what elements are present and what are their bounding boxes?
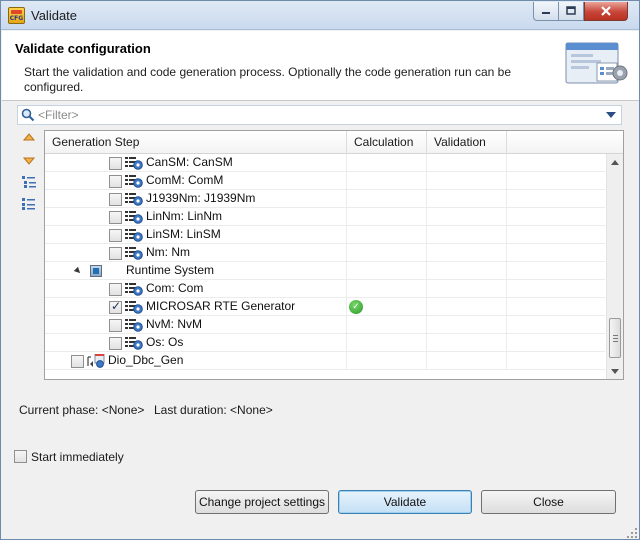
table-row[interactable]: LinSM: LinSM <box>45 226 605 244</box>
step-label: Os: Os <box>146 335 184 349</box>
chevron-down-icon[interactable] <box>606 112 616 118</box>
app-icon: CFG <box>8 7 25 24</box>
module-icon <box>125 192 143 206</box>
step-checkbox[interactable] <box>109 283 122 296</box>
move-down-icon[interactable] <box>21 153 37 167</box>
step-label: NvM: NvM <box>146 317 202 331</box>
step-label: Com: Com <box>146 281 204 295</box>
step-checkbox[interactable] <box>109 157 122 170</box>
table-row[interactable]: Nm: Nm <box>45 244 605 262</box>
step-checkbox[interactable] <box>109 247 122 260</box>
close-icon <box>601 5 611 16</box>
close-window-button[interactable] <box>584 2 628 21</box>
start-immediately-label[interactable]: Start immediately <box>31 450 124 464</box>
step-checkbox[interactable] <box>109 211 122 224</box>
current-phase-text: Current phase: <None> <box>19 403 145 417</box>
page-description: Start the validation and code generation… <box>24 65 511 94</box>
table-row[interactable]: NvM: NvM <box>45 316 605 334</box>
step-label: J1939Nm: J1939Nm <box>146 191 256 205</box>
minimize-button[interactable] <box>533 2 559 21</box>
group-label: Runtime System <box>126 263 215 277</box>
column-header-validation[interactable]: Validation <box>427 131 507 154</box>
table-body: CanSM: CanSM ComM: ComM J1939Nm: J1939Nm Li… <box>45 154 605 379</box>
group-icon <box>90 265 102 277</box>
step-label: Dio_Dbc_Gen <box>108 353 184 367</box>
step-checkbox[interactable] <box>109 193 122 206</box>
module-icon <box>125 318 143 332</box>
step-label: CanSM: CanSM <box>146 155 233 169</box>
title-bar[interactable]: CFG Validate <box>1 1 639 30</box>
filter-input[interactable] <box>38 107 598 123</box>
start-immediately-checkbox[interactable] <box>14 450 27 463</box>
module-icon <box>125 228 143 242</box>
configuration-window-icon <box>565 42 628 84</box>
validate-button[interactable]: Validate <box>338 490 472 514</box>
step-checkbox[interactable] <box>71 355 84 368</box>
filter-box <box>17 105 622 125</box>
generation-steps-table: Generation Step Calculation Validation C… <box>44 130 624 380</box>
minimize-icon <box>542 12 550 14</box>
table-row[interactable]: ComM: ComM <box>45 172 605 190</box>
page-title: Validate configuration <box>15 41 151 56</box>
maximize-icon <box>566 6 576 15</box>
scroll-down-icon[interactable] <box>611 369 619 374</box>
step-checkbox[interactable] <box>109 229 122 242</box>
table-row[interactable]: Os: Os <box>45 334 605 352</box>
scrollbar-thumb[interactable] <box>609 318 621 358</box>
change-project-settings-button[interactable]: Change project settings <box>195 490 329 514</box>
generator-icon <box>87 353 105 368</box>
table-row[interactable]: CanSM: CanSM <box>45 154 605 172</box>
collapse-all-icon[interactable] <box>21 197 37 211</box>
maximize-button[interactable] <box>558 2 584 21</box>
step-label: Nm: Nm <box>146 245 190 259</box>
search-icon <box>21 108 35 122</box>
module-icon <box>125 282 143 296</box>
grid-line <box>45 262 507 280</box>
step-label: LinSM: LinSM <box>146 227 221 241</box>
module-icon <box>125 246 143 260</box>
step-label: ComM: ComM <box>146 173 224 187</box>
vertical-scrollbar[interactable] <box>606 154 623 379</box>
table-row[interactable]: MICROSAR RTE Generator ✓ <box>45 298 605 316</box>
module-icon <box>125 156 143 170</box>
table-row[interactable]: Runtime System <box>45 262 605 280</box>
step-checkbox[interactable] <box>109 299 122 314</box>
expand-all-icon[interactable] <box>21 175 37 189</box>
module-icon <box>125 300 143 314</box>
module-icon <box>125 210 143 224</box>
dialog-header: Validate configuration Start the validat… <box>2 31 639 101</box>
column-header-generation-step[interactable]: Generation Step <box>45 131 347 154</box>
table-row[interactable]: Com: Com <box>45 280 605 298</box>
step-checkbox[interactable] <box>109 337 122 350</box>
success-check-icon: ✓ <box>349 300 363 314</box>
scroll-up-icon[interactable] <box>611 160 619 165</box>
table-header: Generation Step Calculation Validation <box>45 131 623 154</box>
module-icon <box>125 336 143 350</box>
window-title: Validate <box>31 8 78 23</box>
table-row[interactable]: LinNm: LinNm <box>45 208 605 226</box>
validate-dialog: CFG Validate Validate configuration Star… <box>0 0 640 540</box>
close-button[interactable]: Close <box>481 490 616 514</box>
step-checkbox[interactable] <box>109 319 122 332</box>
step-label: LinNm: LinNm <box>146 209 223 223</box>
resize-grip-icon[interactable] <box>626 527 638 539</box>
module-icon <box>125 174 143 188</box>
move-up-icon[interactable] <box>21 131 37 145</box>
table-row[interactable]: Dio_Dbc_Gen <box>45 352 605 370</box>
column-header-calculation[interactable]: Calculation <box>347 131 427 154</box>
table-row[interactable]: J1939Nm: J1939Nm <box>45 190 605 208</box>
step-checkbox[interactable] <box>109 175 122 188</box>
step-label: MICROSAR RTE Generator <box>146 299 296 313</box>
last-duration-text: Last duration: <None> <box>154 403 273 417</box>
